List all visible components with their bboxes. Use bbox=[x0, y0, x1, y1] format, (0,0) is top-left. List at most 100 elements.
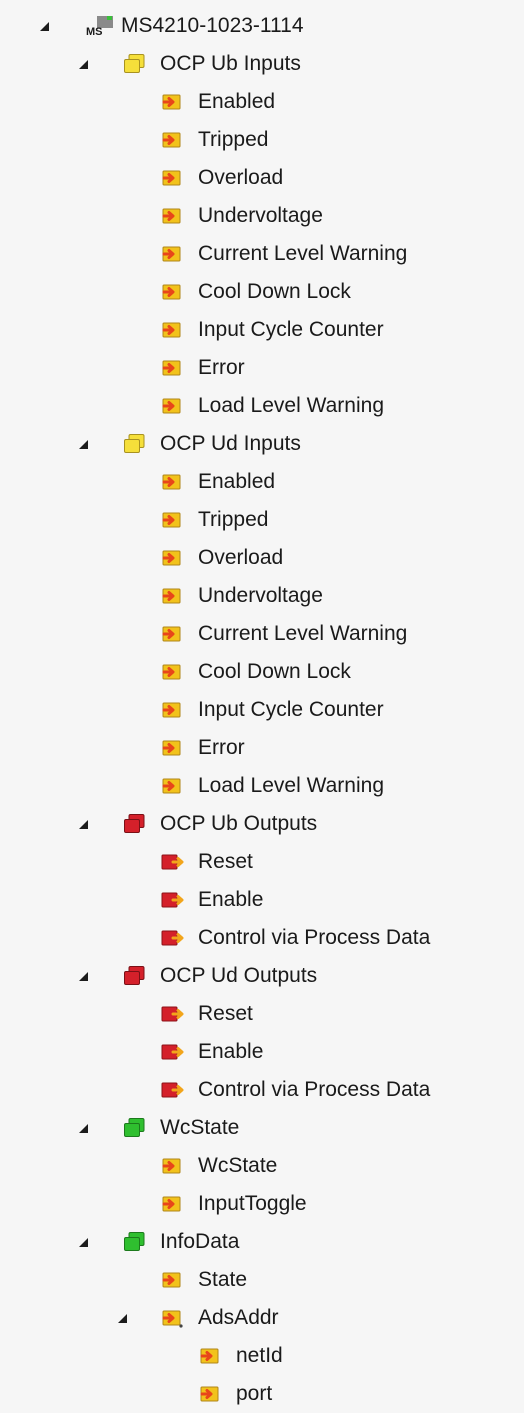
expand-collapse-icon[interactable] bbox=[118, 1314, 127, 1323]
tree-item-label: Reset bbox=[198, 1002, 253, 1025]
tree-item-label: Cool Down Lock bbox=[198, 280, 351, 303]
tree-node-variable[interactable]: InputToggle bbox=[0, 1185, 524, 1223]
tree-item-label: port bbox=[236, 1382, 273, 1405]
expand-collapse-icon[interactable] bbox=[79, 1124, 88, 1133]
expand-collapse-icon[interactable] bbox=[40, 22, 49, 31]
tree-item-label: AdsAddr bbox=[198, 1306, 279, 1329]
tree-node-variable[interactable]: Overload bbox=[0, 539, 524, 577]
tree-node-variable[interactable]: Error bbox=[0, 349, 524, 387]
tree-node-variable[interactable]: Control via Process Data bbox=[0, 1071, 524, 1109]
tree-item-label: InputToggle bbox=[198, 1192, 307, 1215]
tree-item-label: Load Level Warning bbox=[198, 774, 385, 797]
input-variable-struct-icon bbox=[160, 1306, 184, 1330]
tree-item-label: Input Cycle Counter bbox=[198, 318, 384, 341]
tree-node-device[interactable]: MS MS4210-1023-1114 bbox=[0, 7, 524, 45]
tree-item-label: Control via Process Data bbox=[198, 926, 431, 949]
tree-node-variable[interactable]: Tripped bbox=[0, 501, 524, 539]
tree-node-group[interactable]: OCP Ud Outputs bbox=[0, 957, 524, 995]
tree-node-variable[interactable]: Enabled bbox=[0, 463, 524, 501]
tree-item-label: Load Level Warning bbox=[198, 394, 385, 417]
tree-item-label: Tripped bbox=[198, 508, 269, 531]
input-variable-icon bbox=[160, 470, 184, 494]
tree-node-variable[interactable]: Undervoltage bbox=[0, 197, 524, 235]
input-variable-icon bbox=[160, 774, 184, 798]
tree-item-label: MS4210-1023-1114 bbox=[121, 14, 304, 37]
input-variable-icon bbox=[160, 280, 184, 304]
tree-node-variable[interactable]: Enable bbox=[0, 1033, 524, 1071]
tree-node-group[interactable]: InfoData bbox=[0, 1223, 524, 1261]
tree-node-variable[interactable]: Undervoltage bbox=[0, 577, 524, 615]
tree-node-variable[interactable]: netId bbox=[0, 1337, 524, 1375]
tree-node-variable[interactable]: Reset bbox=[0, 843, 524, 881]
input-variable-icon bbox=[160, 546, 184, 570]
tree-item-label: Error bbox=[198, 356, 245, 379]
output-variable-icon bbox=[160, 1002, 184, 1026]
tree-item-label: InfoData bbox=[160, 1230, 240, 1253]
tree-node-variable[interactable]: Enabled bbox=[0, 83, 524, 121]
input-variable-icon bbox=[160, 622, 184, 646]
tree-node-variable[interactable]: Cool Down Lock bbox=[0, 653, 524, 691]
tree-node-group[interactable]: WcState bbox=[0, 1109, 524, 1147]
input-variable-icon bbox=[160, 242, 184, 266]
expand-collapse-icon[interactable] bbox=[79, 972, 88, 981]
tree-node-group[interactable]: OCP Ub Inputs bbox=[0, 45, 524, 83]
tree-node-variable[interactable]: Current Level Warning bbox=[0, 615, 524, 653]
tree-item-label: Enabled bbox=[198, 90, 276, 113]
tree-node-variable[interactable]: WcState bbox=[0, 1147, 524, 1185]
input-folder-icon bbox=[122, 432, 146, 456]
tree-node-variable[interactable]: Overload bbox=[0, 159, 524, 197]
tree-node-variable[interactable]: Tripped bbox=[0, 121, 524, 159]
input-variable-icon bbox=[160, 698, 184, 722]
output-variable-icon bbox=[160, 1040, 184, 1064]
input-folder-icon bbox=[122, 52, 146, 76]
tree-node-variable[interactable]: Current Level Warning bbox=[0, 235, 524, 273]
tree-node-variable[interactable]: Error bbox=[0, 729, 524, 767]
tree-item-label: Cool Down Lock bbox=[198, 660, 351, 683]
tree-node-variable[interactable]: Input Cycle Counter bbox=[0, 311, 524, 349]
input-variable-icon bbox=[160, 1154, 184, 1178]
expand-collapse-icon[interactable] bbox=[79, 60, 88, 69]
output-variable-icon bbox=[160, 888, 184, 912]
tree-node-variable[interactable]: Load Level Warning bbox=[0, 387, 524, 425]
expand-collapse-icon[interactable] bbox=[79, 820, 88, 829]
input-variable-icon bbox=[160, 1268, 184, 1292]
tree-item-label: Tripped bbox=[198, 128, 269, 151]
tree-node-variable[interactable]: State bbox=[0, 1261, 524, 1299]
svg-text:MS: MS bbox=[86, 26, 103, 38]
tree-item-label: WcState bbox=[160, 1116, 240, 1139]
tree-item-label: Undervoltage bbox=[198, 584, 323, 607]
tree-node-variable[interactable]: Input Cycle Counter bbox=[0, 691, 524, 729]
input-variable-icon bbox=[160, 508, 184, 532]
tree-item-label: WcState bbox=[198, 1154, 278, 1177]
tree-node-variable[interactable]: Control via Process Data bbox=[0, 919, 524, 957]
tree-item-label: Enabled bbox=[198, 470, 276, 493]
tree-node-group[interactable]: OCP Ub Outputs bbox=[0, 805, 524, 843]
expand-collapse-icon[interactable] bbox=[79, 1238, 88, 1247]
input-variable-icon bbox=[160, 318, 184, 342]
tree-item-label: OCP Ud Inputs bbox=[160, 432, 301, 455]
output-folder-icon bbox=[122, 812, 146, 836]
tree-node-variable[interactable]: Enable bbox=[0, 881, 524, 919]
tree-item-label: OCP Ub Inputs bbox=[160, 52, 301, 75]
tree-node-group[interactable]: OCP Ud Inputs bbox=[0, 425, 524, 463]
output-variable-icon bbox=[160, 850, 184, 874]
expand-collapse-icon[interactable] bbox=[79, 440, 88, 449]
tree-node-variable[interactable]: Load Level Warning bbox=[0, 767, 524, 805]
device-ms-icon: MS bbox=[85, 14, 115, 38]
tree-node-struct[interactable]: AdsAddr bbox=[0, 1299, 524, 1337]
tree-item-label: Input Cycle Counter bbox=[198, 698, 384, 721]
input-variable-icon bbox=[198, 1344, 222, 1368]
tree-node-variable[interactable]: Cool Down Lock bbox=[0, 273, 524, 311]
tree-item-label: Reset bbox=[198, 850, 253, 873]
tree-node-variable[interactable]: port bbox=[0, 1375, 524, 1413]
input-variable-icon bbox=[160, 394, 184, 418]
output-variable-icon bbox=[160, 926, 184, 950]
input-variable-icon bbox=[160, 356, 184, 380]
tree-node-variable[interactable]: Reset bbox=[0, 995, 524, 1033]
tree-item-label: Enable bbox=[198, 1040, 264, 1063]
tree-item-label: Control via Process Data bbox=[198, 1078, 431, 1101]
tree-item-label: Undervoltage bbox=[198, 204, 323, 227]
input-variable-icon bbox=[160, 660, 184, 684]
input-variable-icon bbox=[160, 90, 184, 114]
tree-item-label: Current Level Warning bbox=[198, 242, 408, 265]
